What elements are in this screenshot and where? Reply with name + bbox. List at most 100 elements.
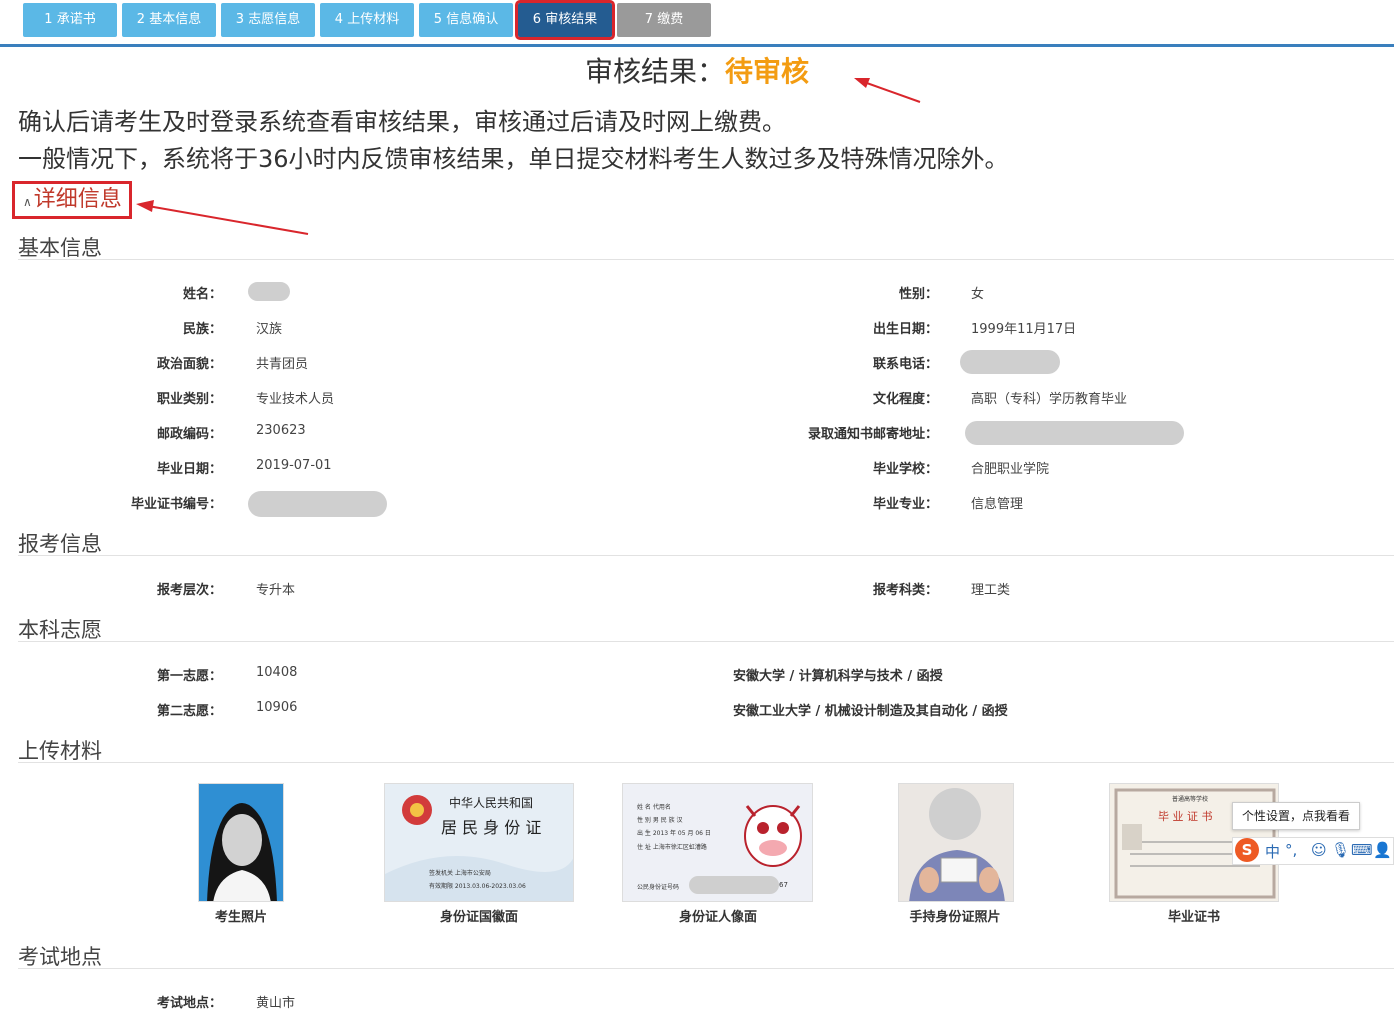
category-value: 理工类	[971, 583, 1011, 598]
job-label: 职业类别：	[156, 392, 222, 407]
edu-value: 高职（专科）学历教育毕业	[971, 392, 1128, 407]
location-label: 考试地点：	[156, 996, 222, 1011]
gender-label: 性别：	[898, 287, 938, 302]
idcard-back-authority: 签发机关 上海市公安局	[429, 870, 491, 877]
step-tab-3[interactable]: 3 志愿信息	[221, 3, 315, 37]
section-divider	[18, 259, 1394, 260]
review-result-label: 审核结果：	[584, 55, 725, 88]
step-tab-4[interactable]: 4 上传材料	[320, 3, 414, 37]
diploma-school-text: 普通高等学校	[1172, 796, 1209, 803]
idcard-front-image[interactable]: 姓 名 代用名 性 别 男 民 族 汉 出 生 2013 年 05 月 06 日…	[622, 783, 813, 902]
section-title-basic: 基本信息	[18, 236, 102, 260]
cert-no-label: 毕业证书编号：	[130, 497, 222, 512]
category-label: 报考科类：	[872, 583, 938, 598]
address-redacted	[965, 421, 1184, 445]
step-navigation: 1 承诺书 2 基本信息 3 志愿信息 4 上传材料 5 信息确认 6 审核结果…	[0, 0, 1394, 47]
major-label: 毕业专业：	[872, 497, 938, 512]
location-value: 黄山市	[256, 996, 296, 1011]
ime-toolbar[interactable]: S 中 °, ☺ 🎙 ⌨ 👤	[1232, 837, 1394, 865]
upload-caption-idcard-back: 身份证国徽面	[439, 910, 518, 925]
address-label: 录取通知书邮寄地址：	[807, 427, 938, 442]
section-divider	[18, 641, 1394, 642]
grad-date-value: 2019-07-01	[256, 458, 332, 473]
upload-caption-idcard-front: 身份证人像面	[678, 910, 757, 925]
microphone-icon[interactable]: 🎙	[1331, 841, 1350, 859]
school-value: 合肥职业学院	[971, 462, 1050, 477]
ime-punct-toggle[interactable]: °,	[1285, 841, 1297, 859]
caret-up-icon: ∧	[23, 195, 32, 209]
first-wish-label: 第一志愿：	[156, 669, 222, 684]
notice-line-1: 确认后请考生及时登录系统查看审核结果，审核通过后请及时网上缴费。	[18, 108, 786, 136]
handheld-id-art	[899, 784, 1013, 901]
idcard-back-line2: 居 民 身 份 证	[441, 818, 542, 837]
zip-label: 邮政编码：	[156, 427, 222, 442]
upload-caption-diploma: 毕业证书	[1167, 910, 1220, 925]
ime-logo-icon[interactable]: S	[1235, 838, 1259, 862]
grad-date-label: 毕业日期：	[156, 462, 222, 477]
step-tab-1[interactable]: 1 承诺书	[23, 3, 117, 37]
second-wish-code: 10906	[256, 700, 298, 715]
school-label: 毕业学校：	[872, 462, 938, 477]
zip-value: 230623	[256, 423, 306, 438]
section-divider	[18, 555, 1394, 556]
phone-redacted	[960, 350, 1060, 374]
step-tab-5[interactable]: 5 信息确认	[419, 3, 513, 37]
second-wish-label: 第二志愿：	[156, 704, 222, 719]
detail-toggle-button[interactable]: ∧详细信息	[12, 181, 132, 219]
detail-toggle-label: 详细信息	[33, 187, 122, 212]
section-divider	[18, 968, 1394, 969]
step-tab-7[interactable]: 7 缴费	[617, 3, 711, 37]
birth-label: 出生日期：	[872, 322, 938, 337]
idcard-back-image[interactable]: 中华人民共和国 居 民 身 份 证 签发机关 上海市公安局 有效期限 2013.…	[384, 783, 574, 902]
level-value: 专升本	[256, 583, 296, 598]
notice-line-2: 一般情况下，系统将于36小时内反馈审核结果，单日提交材料考生人数过多及特殊情况除…	[18, 145, 1009, 173]
job-value: 专业技术人员	[256, 392, 335, 407]
candidate-photo[interactable]	[198, 783, 284, 902]
section-divider	[18, 762, 1394, 763]
edu-label: 文化程度：	[872, 392, 938, 407]
gender-value: 女	[971, 287, 985, 302]
section-title-uploads: 上传材料	[18, 739, 102, 763]
second-wish-detail: 安徽工业大学 / 机械设计制造及其自动化 / 函授	[733, 704, 1008, 719]
section-title-location: 考试地点	[18, 945, 102, 969]
candidate-photo-image	[199, 784, 283, 901]
first-wish-code: 10408	[256, 665, 298, 680]
name-redacted	[248, 282, 290, 301]
annotation-arrow-status	[854, 78, 921, 103]
political-value: 共青团员	[256, 357, 309, 372]
emoji-icon[interactable]: ☺	[1311, 841, 1327, 859]
ime-mode-toggle[interactable]: 中	[1265, 841, 1280, 862]
annotation-arrow-detail	[136, 200, 309, 235]
user-icon[interactable]: 👤	[1373, 841, 1392, 859]
idcard-front-id-label: 公民身份证号码	[637, 884, 680, 891]
review-status: 待审核	[725, 55, 810, 88]
idcard-front-name: 姓 名 代用名	[637, 804, 671, 811]
review-result-heading: 审核结果：待审核	[0, 50, 1394, 90]
step-tab-6[interactable]: 6 审核结果	[515, 0, 615, 40]
idcard-front-address: 住 址 上海市徐汇区虹漕路	[637, 844, 707, 851]
major-value: 信息管理	[971, 497, 1024, 512]
political-label: 政治面貌：	[156, 357, 222, 372]
step-tab-2[interactable]: 2 基本信息	[122, 3, 216, 37]
handheld-id-photo[interactable]	[898, 783, 1014, 902]
section-title-exam: 报考信息	[18, 532, 102, 556]
phone-label: 联系电话：	[872, 357, 938, 372]
level-label: 报考层次：	[156, 583, 222, 598]
upload-caption-handheld: 手持身份证照片	[909, 910, 1001, 925]
birth-value: 1999年11月17日	[971, 322, 1077, 337]
ethnic-value: 汉族	[256, 322, 283, 337]
name-label: 姓名：	[182, 287, 222, 302]
upload-caption-photo: 考生照片	[214, 910, 267, 925]
idcard-back-validity: 有效期限 2013.03.06-2023.03.06	[429, 883, 526, 890]
first-wish-detail: 安徽大学 / 计算机科学与技术 / 函授	[733, 669, 943, 684]
keyboard-icon[interactable]: ⌨	[1351, 841, 1373, 859]
idcard-back-line1: 中华人民共和国	[449, 796, 534, 810]
cert-no-redacted	[248, 491, 387, 517]
diploma-title-text: 毕 业 证 书	[1158, 810, 1213, 823]
idcard-front-birth: 出 生 2013 年 05 月 06 日	[637, 830, 711, 837]
idcard-front-gender: 性 别 男 民 族 汉	[637, 817, 683, 824]
ime-settings-tooltip[interactable]: 个性设置，点我看看	[1232, 802, 1360, 830]
idcard-front-id-tail: 67	[779, 881, 788, 889]
ethnic-label: 民族：	[182, 322, 222, 337]
section-title-wishes: 本科志愿	[18, 618, 102, 642]
